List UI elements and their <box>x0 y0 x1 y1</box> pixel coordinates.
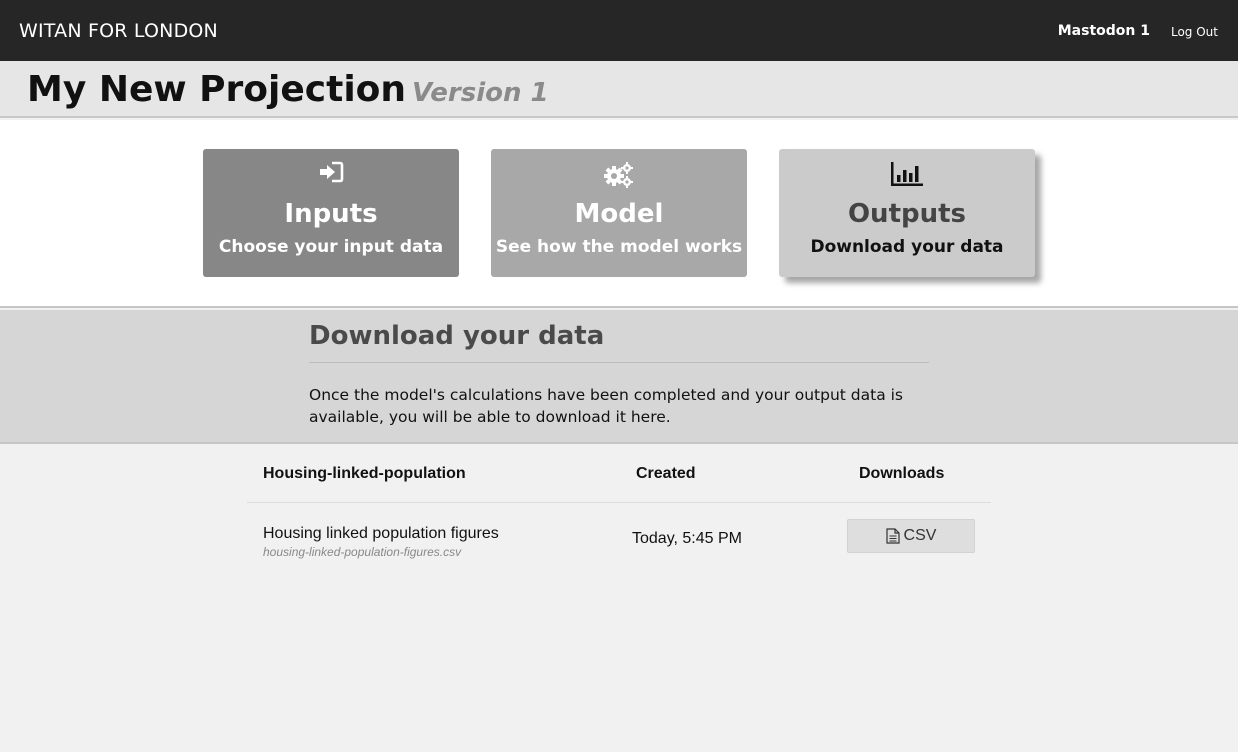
output-filename: housing-linked-population-figures.csv <box>263 545 462 559</box>
outputs-card[interactable]: Outputs Download your data <box>779 149 1035 277</box>
model-card-subtitle: See how the model works <box>495 237 743 257</box>
inputs-card-title: Inputs <box>284 199 378 229</box>
output-name: Housing linked population figures <box>263 525 499 542</box>
download-csv-label: CSV <box>903 527 937 544</box>
project-title-bar: My New Projection Version 1 <box>0 61 1238 118</box>
section-description: Once the model's calculations have been … <box>309 386 903 426</box>
column-header-downloads: Downloads <box>859 465 945 482</box>
top-navbar: WITAN FOR LONDON Mastodon 1 Log Out <box>0 0 1238 61</box>
output-created: Today, 5:45 PM <box>632 530 742 547</box>
section-title: Download your data <box>309 321 605 351</box>
workflow-cards: Inputs Choose your input data Model See … <box>0 120 1238 308</box>
download-csv-button[interactable]: CSV <box>847 519 975 553</box>
sign-in-icon <box>203 161 459 187</box>
column-header-name: Housing-linked-population <box>263 465 466 482</box>
model-card[interactable]: Model See how the model works <box>491 149 747 277</box>
outputs-card-subtitle: Download your data <box>810 237 1004 257</box>
bar-chart-icon <box>779 161 1035 187</box>
project-version: Version 1 <box>412 78 549 108</box>
project-title: My New Projection <box>27 69 407 110</box>
gears-icon <box>491 161 747 188</box>
inputs-card[interactable]: Inputs Choose your input data <box>203 149 459 277</box>
logout-link[interactable]: Log Out <box>1171 25 1218 39</box>
outputs-card-title: Outputs <box>847 199 967 229</box>
brand-logo[interactable]: WITAN FOR LONDON <box>19 20 218 42</box>
table-row: Housing linked population figures housin… <box>247 503 991 563</box>
file-text-icon <box>885 528 900 544</box>
user-name[interactable]: Mastodon 1 <box>1058 23 1150 39</box>
divider <box>309 362 929 363</box>
download-info-section: Download your data Once the model's calc… <box>0 310 1238 444</box>
column-header-created: Created <box>636 465 696 482</box>
model-card-title: Model <box>574 199 664 229</box>
page-title: My New Projection Version 1 <box>27 69 549 110</box>
inputs-card-subtitle: Choose your input data <box>218 237 444 257</box>
